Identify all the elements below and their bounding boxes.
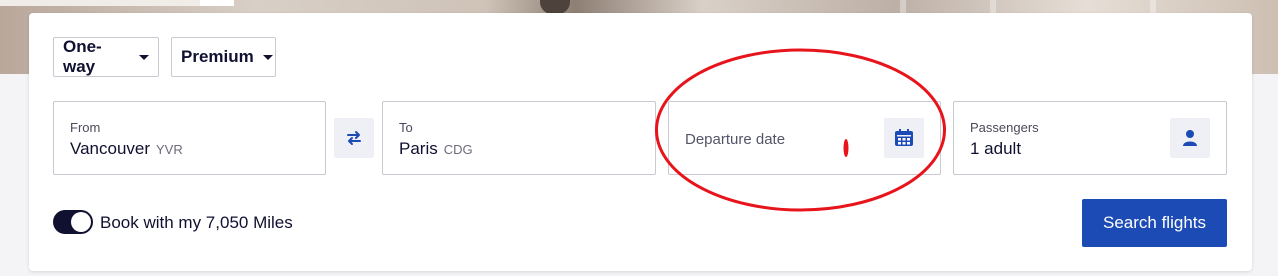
- trip-type-label: One-way: [63, 37, 102, 76]
- passengers-label: Passengers: [970, 120, 1039, 135]
- miles-toggle-label: Book with my 7,050 Miles: [100, 213, 293, 232]
- from-city: Vancouver: [70, 139, 151, 158]
- cabin-dropdown[interactable]: Premium: [171, 37, 276, 77]
- departure-date-placeholder: Departure date: [685, 131, 786, 148]
- swap-button[interactable]: [334, 118, 374, 158]
- to-label: To: [399, 120, 413, 135]
- passengers-field[interactable]: Passengers 1 adult: [953, 101, 1227, 175]
- person-icon: [1183, 130, 1197, 146]
- search-flights-button[interactable]: Search flights: [1082, 199, 1227, 247]
- trip-type-dropdown[interactable]: One-way: [53, 37, 159, 77]
- chevron-down-icon: [262, 54, 273, 60]
- to-code: CDG: [443, 142, 473, 157]
- cabin-label: Premium: [181, 47, 254, 66]
- hero-detail: [540, 0, 570, 14]
- hero-detail: [200, 0, 234, 6]
- from-code: YVR: [156, 142, 183, 157]
- calendar-icon: [895, 129, 913, 146]
- calendar-button[interactable]: [884, 118, 924, 158]
- passengers-value: 1 adult: [970, 139, 1022, 158]
- to-field[interactable]: To Paris CDG: [382, 101, 656, 175]
- from-field[interactable]: From Vancouver YVR: [53, 101, 326, 175]
- passengers-button[interactable]: [1170, 118, 1210, 158]
- from-label: From: [70, 120, 101, 135]
- miles-toggle[interactable]: [53, 210, 93, 234]
- toggle-knob: [71, 212, 91, 232]
- hero-detail: [0, 0, 200, 6]
- from-value: Vancouver YVR: [70, 139, 183, 159]
- to-city: Paris: [399, 139, 438, 158]
- swap-arrows-icon: [347, 131, 361, 145]
- chevron-down-icon: [139, 54, 149, 60]
- departure-date-field[interactable]: Departure date: [668, 101, 941, 175]
- to-value: Paris CDG: [399, 139, 473, 159]
